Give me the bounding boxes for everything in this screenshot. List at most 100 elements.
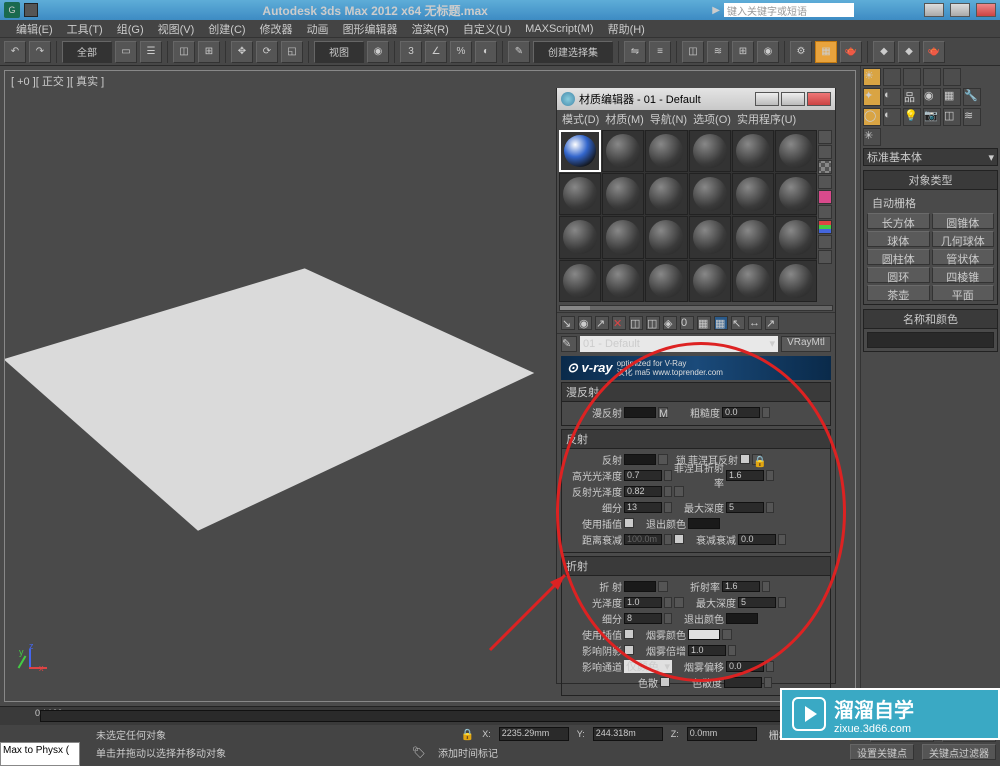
restore-button[interactable] bbox=[950, 3, 970, 17]
reflect-group-title[interactable]: 反射 bbox=[561, 429, 831, 449]
material-slot[interactable] bbox=[559, 173, 601, 215]
tool-icon[interactable] bbox=[943, 68, 961, 86]
afchan-dropdown[interactable]: 仅颜色▾ bbox=[624, 660, 672, 673]
x-coord[interactable]: 2235.29mm bbox=[499, 727, 569, 741]
fresnel-checkbox[interactable] bbox=[740, 454, 750, 464]
spinner[interactable] bbox=[778, 597, 786, 608]
me-menu-options[interactable]: 选项(O) bbox=[691, 111, 733, 127]
spinner-snap-icon[interactable]: ◐ bbox=[475, 41, 497, 63]
spinner[interactable] bbox=[764, 677, 772, 688]
diffuse-map[interactable]: M bbox=[658, 407, 668, 418]
dim-checkbox[interactable] bbox=[674, 534, 684, 544]
teapot-button[interactable]: 茶壶 bbox=[867, 285, 930, 301]
cylinder-button[interactable]: 圆柱体 bbox=[867, 249, 930, 265]
geosphere-button[interactable]: 几何球体 bbox=[932, 231, 995, 247]
rgloss-map[interactable] bbox=[674, 486, 684, 497]
shapes-icon[interactable]: ◐ bbox=[883, 108, 901, 126]
named-selset-dropdown[interactable]: 创建选择集 bbox=[533, 41, 613, 63]
menu-animation[interactable]: 动画 bbox=[301, 21, 335, 37]
material-slot[interactable] bbox=[689, 260, 731, 302]
options-icon[interactable] bbox=[818, 220, 832, 234]
render-frame-icon[interactable]: ▦ bbox=[815, 41, 837, 63]
get-material-icon[interactable]: ↘ bbox=[561, 316, 575, 330]
dispn-value[interactable] bbox=[724, 677, 762, 688]
menu-edit[interactable]: 编辑(E) bbox=[10, 21, 59, 37]
spinner[interactable] bbox=[728, 645, 736, 656]
helpers-icon[interactable]: ◫ bbox=[943, 108, 961, 126]
refract-map[interactable] bbox=[658, 581, 668, 592]
menu-group[interactable]: 组(G) bbox=[111, 21, 150, 37]
me-menu-utilities[interactable]: 实用程序(U) bbox=[735, 111, 798, 127]
dim-value[interactable]: 100.0m bbox=[624, 534, 662, 545]
put-to-scene-icon[interactable]: ◉ bbox=[578, 316, 592, 330]
fogmult-value[interactable]: 1.0 bbox=[688, 645, 726, 656]
reflect-map[interactable] bbox=[658, 454, 668, 465]
material-slot[interactable] bbox=[689, 173, 731, 215]
refract-color[interactable] bbox=[624, 581, 656, 592]
fogbias-value[interactable]: 0.0 bbox=[726, 661, 764, 672]
fogcol-swatch[interactable] bbox=[688, 629, 720, 640]
systems-icon[interactable]: ✳ bbox=[863, 128, 881, 146]
display-tab-icon[interactable]: ▦ bbox=[943, 88, 961, 106]
put-to-lib-icon[interactable]: ◈ bbox=[663, 316, 677, 330]
interp2-checkbox[interactable] bbox=[624, 629, 634, 639]
ior-value[interactable]: 1.6 bbox=[722, 581, 760, 592]
disp-checkbox[interactable] bbox=[660, 677, 670, 687]
reflect-color[interactable] bbox=[624, 454, 656, 465]
spinner[interactable] bbox=[766, 470, 774, 481]
sample-type-icon[interactable] bbox=[818, 130, 832, 144]
rotate-icon[interactable]: ⟳ bbox=[256, 41, 278, 63]
fogcol-map[interactable] bbox=[722, 629, 732, 640]
fresnel-ior-value[interactable]: 1.6 bbox=[726, 470, 764, 481]
lock-ior[interactable]: 🔒 bbox=[752, 454, 762, 465]
material-slot[interactable] bbox=[645, 130, 687, 172]
menu-customize[interactable]: 自定义(U) bbox=[457, 21, 517, 37]
percent-snap-icon[interactable]: % bbox=[450, 41, 472, 63]
vray-tool-icon[interactable]: ◆ bbox=[873, 41, 895, 63]
material-slot[interactable] bbox=[559, 216, 601, 258]
hgloss-value[interactable]: 0.7 bbox=[624, 470, 662, 481]
make-unique-icon[interactable]: ◫ bbox=[646, 316, 660, 330]
app-menu-icon[interactable] bbox=[24, 3, 38, 17]
mirror-icon[interactable]: ⇋ bbox=[624, 41, 646, 63]
select-name-icon[interactable]: ☰ bbox=[140, 41, 162, 63]
assign-icon[interactable]: ↗ bbox=[595, 316, 609, 330]
maxd2-value[interactable]: 5 bbox=[738, 597, 776, 608]
spinner[interactable] bbox=[664, 470, 672, 481]
angle-snap-icon[interactable]: ∠ bbox=[425, 41, 447, 63]
edit-named-sel-icon[interactable]: ✎ bbox=[508, 41, 530, 63]
hierarchy-tab-icon[interactable]: 品 bbox=[903, 88, 921, 106]
spinner[interactable] bbox=[778, 534, 786, 545]
material-slot[interactable] bbox=[775, 216, 817, 258]
me-maximize-button[interactable] bbox=[781, 92, 805, 106]
material-slot[interactable] bbox=[732, 216, 774, 258]
menu-views[interactable]: 视图(V) bbox=[152, 21, 201, 37]
space-warps-icon[interactable]: ≋ bbox=[963, 108, 981, 126]
background-icon[interactable] bbox=[818, 160, 832, 174]
pyramid-button[interactable]: 四棱锥 bbox=[932, 267, 995, 283]
show-in-vp-icon[interactable]: ▦ bbox=[697, 316, 711, 330]
create-tab-icon[interactable]: ✦ bbox=[863, 88, 881, 106]
lights-icon[interactable]: 💡 bbox=[903, 108, 921, 126]
refcoord-dropdown[interactable]: 视图 bbox=[314, 41, 364, 63]
menu-maxscript[interactable]: MAXScript(M) bbox=[519, 23, 599, 35]
color-swatch[interactable] bbox=[867, 332, 994, 348]
sphere-button[interactable]: 球体 bbox=[867, 231, 930, 247]
dimfall-value[interactable]: 0.0 bbox=[738, 534, 776, 545]
material-slot-1[interactable] bbox=[559, 130, 601, 172]
material-slot[interactable] bbox=[689, 216, 731, 258]
spinner[interactable] bbox=[664, 486, 672, 497]
spinner[interactable] bbox=[664, 502, 672, 513]
object-type-rollout[interactable]: 对象类型 bbox=[863, 170, 998, 190]
spinner[interactable] bbox=[766, 661, 774, 672]
menu-rendering[interactable]: 渲染(R) bbox=[406, 21, 455, 37]
app-logo-icon[interactable]: G bbox=[4, 2, 20, 18]
me-menu-material[interactable]: 材质(M) bbox=[603, 111, 646, 127]
material-slot[interactable] bbox=[645, 260, 687, 302]
teapot-icon[interactable]: 🫖 bbox=[923, 41, 945, 63]
box-button[interactable]: 长方体 bbox=[867, 213, 930, 229]
menu-tools[interactable]: 工具(T) bbox=[61, 21, 109, 37]
roughness-spinner[interactable] bbox=[762, 407, 770, 418]
timetag-icon[interactable]: 🏷 bbox=[412, 746, 426, 759]
addtag-label[interactable]: 添加时间标记 bbox=[434, 745, 502, 760]
